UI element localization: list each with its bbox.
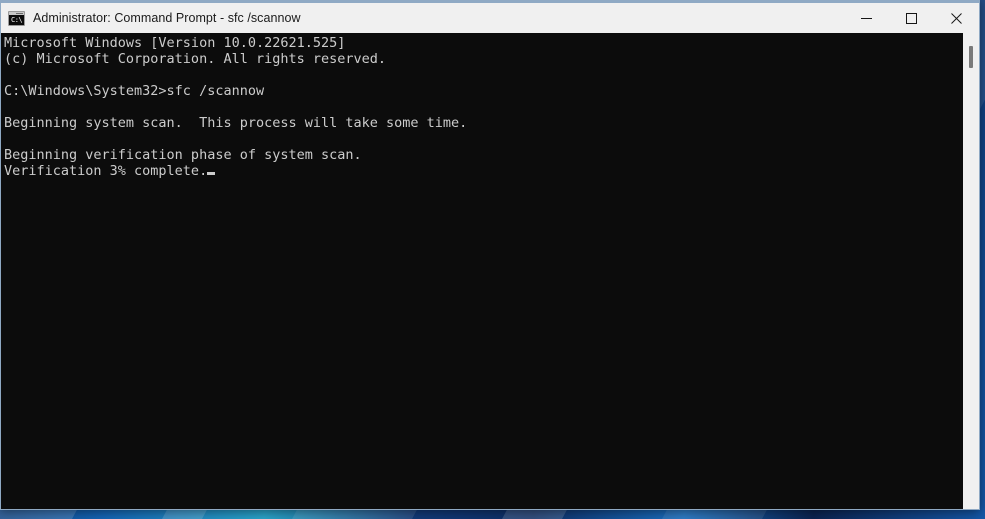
command-prompt-window: C:\ Administrator: Command Prompt - sfc … — [0, 0, 980, 510]
block-cursor — [207, 172, 216, 175]
window-title: Administrator: Command Prompt - sfc /sca… — [33, 11, 301, 25]
close-icon — [951, 12, 962, 24]
close-button[interactable] — [934, 3, 979, 33]
icon-prompt-glyph: C:\ — [11, 15, 23, 24]
console-text: Microsoft Windows [Version 10.0.22621.52… — [4, 35, 467, 179]
minimize-icon — [861, 17, 872, 19]
command-prompt-icon: C:\ — [8, 10, 25, 26]
maximize-icon — [906, 12, 917, 24]
vertical-scrollbar[interactable] — [962, 33, 979, 509]
minimize-button[interactable] — [844, 3, 889, 33]
scrollbar-thumb[interactable] — [969, 46, 973, 68]
maximize-button[interactable] — [889, 3, 934, 33]
window-controls — [844, 3, 979, 33]
console-output-area[interactable]: Microsoft Windows [Version 10.0.22621.52… — [1, 33, 979, 509]
title-bar[interactable]: C:\ Administrator: Command Prompt - sfc … — [1, 0, 979, 33]
console-text-content: Microsoft Windows [Version 10.0.22621.52… — [4, 35, 468, 179]
